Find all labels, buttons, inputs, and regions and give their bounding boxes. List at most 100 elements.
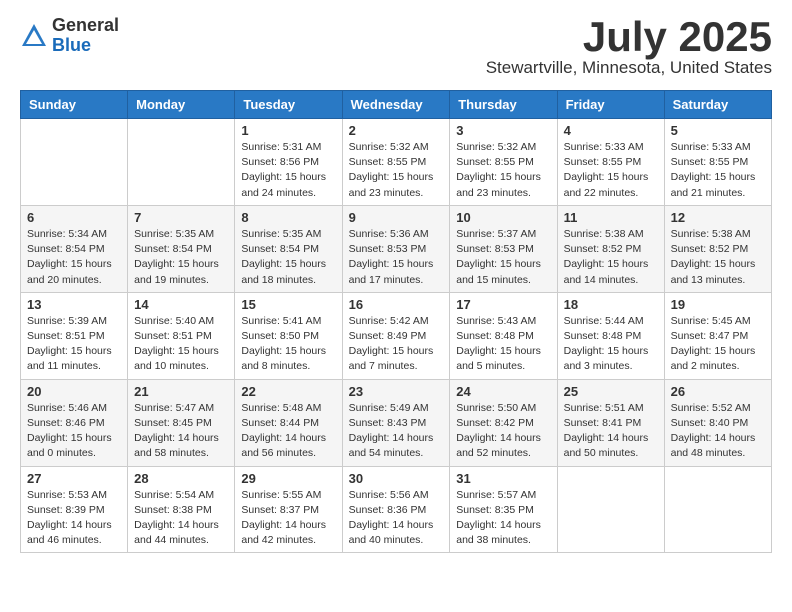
day-detail: Sunrise: 5:54 AMSunset: 8:38 PMDaylight:… bbox=[134, 488, 228, 549]
calendar-cell: 23 Sunrise: 5:49 AMSunset: 8:43 PMDayligh… bbox=[342, 379, 450, 466]
day-number: 21 bbox=[134, 384, 228, 399]
day-detail: Sunrise: 5:34 AMSunset: 8:54 PMDaylight:… bbox=[27, 227, 121, 288]
day-detail: Sunrise: 5:35 AMSunset: 8:54 PMDaylight:… bbox=[241, 227, 335, 288]
day-detail: Sunrise: 5:38 AMSunset: 8:52 PMDaylight:… bbox=[671, 227, 765, 288]
day-detail: Sunrise: 5:38 AMSunset: 8:52 PMDaylight:… bbox=[564, 227, 658, 288]
day-detail: Sunrise: 5:46 AMSunset: 8:46 PMDaylight:… bbox=[27, 401, 121, 462]
calendar-cell: 24Sunrise: 5:50 AMSunset: 8:42 PMDayligh… bbox=[450, 379, 557, 466]
day-detail: Sunrise: 5:51 AMSunset: 8:41 PMDaylight:… bbox=[564, 401, 658, 462]
calendar-table: SundayMondayTuesdayWednesdayThursdayFrid… bbox=[20, 90, 772, 553]
calendar-cell: 29 Sunrise: 5:55 AMSunset: 8:37 PMDayligh… bbox=[235, 466, 342, 553]
day-detail: Sunrise: 5:53 AMSunset: 8:39 PMDaylight:… bbox=[27, 488, 121, 549]
weekday-header-row: SundayMondayTuesdayWednesdayThursdayFrid… bbox=[21, 91, 772, 119]
logo-general-text: General bbox=[52, 16, 119, 36]
calendar-cell: 26 Sunrise: 5:52 AMSunset: 8:40 PMDayligh… bbox=[664, 379, 771, 466]
day-detail: Sunrise: 5:36 AMSunset: 8:53 PMDaylight:… bbox=[349, 227, 444, 288]
calendar-cell: 22 Sunrise: 5:48 AMSunset: 8:44 PMDayligh… bbox=[235, 379, 342, 466]
day-detail: Sunrise: 5:47 AMSunset: 8:45 PMDaylight:… bbox=[134, 401, 228, 462]
day-number: 17 bbox=[456, 297, 550, 312]
calendar-week-5: 27 Sunrise: 5:53 AMSunset: 8:39 PMDayligh… bbox=[21, 466, 772, 553]
day-number: 4 bbox=[564, 123, 658, 138]
calendar-cell: 30 Sunrise: 5:56 AMSunset: 8:36 PMDayligh… bbox=[342, 466, 450, 553]
day-detail: Sunrise: 5:49 AMSunset: 8:43 PMDaylight:… bbox=[349, 401, 444, 462]
day-number: 26 bbox=[671, 384, 765, 399]
day-number: 15 bbox=[241, 297, 335, 312]
day-detail: Sunrise: 5:48 AMSunset: 8:44 PMDaylight:… bbox=[241, 401, 335, 462]
day-number: 14 bbox=[134, 297, 228, 312]
day-number: 28 bbox=[134, 471, 228, 486]
day-number: 6 bbox=[27, 210, 121, 225]
day-detail: Sunrise: 5:57 AMSunset: 8:35 PMDaylight:… bbox=[456, 488, 550, 549]
calendar-cell: 27 Sunrise: 5:53 AMSunset: 8:39 PMDayligh… bbox=[21, 466, 128, 553]
calendar-cell: 12 Sunrise: 5:38 AMSunset: 8:52 PMDayligh… bbox=[664, 205, 771, 292]
day-number: 13 bbox=[27, 297, 121, 312]
calendar-cell: 21 Sunrise: 5:47 AMSunset: 8:45 PMDayligh… bbox=[128, 379, 235, 466]
day-number: 29 bbox=[241, 471, 335, 486]
day-detail: Sunrise: 5:44 AMSunset: 8:48 PMDaylight:… bbox=[564, 314, 658, 375]
calendar-cell: 16Sunrise: 5:42 AMSunset: 8:49 PMDayligh… bbox=[342, 292, 450, 379]
calendar-cell: 25Sunrise: 5:51 AMSunset: 8:41 PMDayligh… bbox=[557, 379, 664, 466]
day-detail: Sunrise: 5:33 AMSunset: 8:55 PMDaylight:… bbox=[564, 140, 658, 201]
calendar-cell: 3 Sunrise: 5:32 AMSunset: 8:55 PMDaylight… bbox=[450, 119, 557, 206]
calendar-cell bbox=[128, 119, 235, 206]
calendar-week-3: 13 Sunrise: 5:39 AMSunset: 8:51 PMDayligh… bbox=[21, 292, 772, 379]
weekday-header-sunday: Sunday bbox=[21, 91, 128, 119]
calendar-cell: 18 Sunrise: 5:44 AMSunset: 8:48 PMDayligh… bbox=[557, 292, 664, 379]
calendar-cell: 5Sunrise: 5:33 AMSunset: 8:55 PMDaylight… bbox=[664, 119, 771, 206]
day-number: 9 bbox=[349, 210, 444, 225]
calendar-cell: 7Sunrise: 5:35 AMSunset: 8:54 PMDaylight… bbox=[128, 205, 235, 292]
day-number: 18 bbox=[564, 297, 658, 312]
day-detail: Sunrise: 5:37 AMSunset: 8:53 PMDaylight:… bbox=[456, 227, 550, 288]
calendar-week-4: 20 Sunrise: 5:46 AMSunset: 8:46 PMDayligh… bbox=[21, 379, 772, 466]
logo-blue-text: Blue bbox=[52, 36, 119, 56]
calendar-cell bbox=[664, 466, 771, 553]
logo-icon bbox=[20, 22, 48, 50]
day-number: 30 bbox=[349, 471, 444, 486]
day-detail: Sunrise: 5:39 AMSunset: 8:51 PMDaylight:… bbox=[27, 314, 121, 375]
day-number: 27 bbox=[27, 471, 121, 486]
day-detail: Sunrise: 5:56 AMSunset: 8:36 PMDaylight:… bbox=[349, 488, 444, 549]
weekday-header-tuesday: Tuesday bbox=[235, 91, 342, 119]
calendar-cell: 6 Sunrise: 5:34 AMSunset: 8:54 PMDaylight… bbox=[21, 205, 128, 292]
calendar-week-1: 1 Sunrise: 5:31 AMSunset: 8:56 PMDaylight… bbox=[21, 119, 772, 206]
day-detail: Sunrise: 5:32 AMSunset: 8:55 PMDaylight:… bbox=[349, 140, 444, 201]
day-number: 11 bbox=[564, 210, 658, 225]
page-header: General Blue July 2025 Stewartville, Min… bbox=[20, 16, 772, 78]
logo-text: General Blue bbox=[52, 16, 119, 56]
weekday-header-wednesday: Wednesday bbox=[342, 91, 450, 119]
calendar-cell: 1 Sunrise: 5:31 AMSunset: 8:56 PMDaylight… bbox=[235, 119, 342, 206]
calendar-cell: 4 Sunrise: 5:33 AMSunset: 8:55 PMDaylight… bbox=[557, 119, 664, 206]
month-title: July 2025 bbox=[486, 16, 772, 58]
weekday-header-saturday: Saturday bbox=[664, 91, 771, 119]
day-detail: Sunrise: 5:45 AMSunset: 8:47 PMDaylight:… bbox=[671, 314, 765, 375]
day-number: 12 bbox=[671, 210, 765, 225]
calendar-cell: 28 Sunrise: 5:54 AMSunset: 8:38 PMDayligh… bbox=[128, 466, 235, 553]
calendar-cell: 10 Sunrise: 5:37 AMSunset: 8:53 PMDayligh… bbox=[450, 205, 557, 292]
calendar-cell: 8 Sunrise: 5:35 AMSunset: 8:54 PMDaylight… bbox=[235, 205, 342, 292]
day-number: 1 bbox=[241, 123, 335, 138]
calendar-cell bbox=[557, 466, 664, 553]
calendar-cell: 31Sunrise: 5:57 AMSunset: 8:35 PMDayligh… bbox=[450, 466, 557, 553]
day-detail: Sunrise: 5:42 AMSunset: 8:49 PMDaylight:… bbox=[349, 314, 444, 375]
day-detail: Sunrise: 5:35 AMSunset: 8:54 PMDaylight:… bbox=[134, 227, 228, 288]
calendar-cell: 11 Sunrise: 5:38 AMSunset: 8:52 PMDayligh… bbox=[557, 205, 664, 292]
day-number: 23 bbox=[349, 384, 444, 399]
day-number: 22 bbox=[241, 384, 335, 399]
day-detail: Sunrise: 5:33 AMSunset: 8:55 PMDaylight:… bbox=[671, 140, 765, 201]
calendar-cell: 17 Sunrise: 5:43 AMSunset: 8:48 PMDayligh… bbox=[450, 292, 557, 379]
day-number: 20 bbox=[27, 384, 121, 399]
day-detail: Sunrise: 5:52 AMSunset: 8:40 PMDaylight:… bbox=[671, 401, 765, 462]
day-detail: Sunrise: 5:31 AMSunset: 8:56 PMDaylight:… bbox=[241, 140, 335, 201]
weekday-header-monday: Monday bbox=[128, 91, 235, 119]
day-number: 3 bbox=[456, 123, 550, 138]
day-detail: Sunrise: 5:43 AMSunset: 8:48 PMDaylight:… bbox=[456, 314, 550, 375]
day-number: 10 bbox=[456, 210, 550, 225]
day-detail: Sunrise: 5:32 AMSunset: 8:55 PMDaylight:… bbox=[456, 140, 550, 201]
calendar-cell: 20 Sunrise: 5:46 AMSunset: 8:46 PMDayligh… bbox=[21, 379, 128, 466]
calendar-cell bbox=[21, 119, 128, 206]
location-title: Stewartville, Minnesota, United States bbox=[486, 58, 772, 78]
day-number: 8 bbox=[241, 210, 335, 225]
day-number: 19 bbox=[671, 297, 765, 312]
day-number: 24 bbox=[456, 384, 550, 399]
day-detail: Sunrise: 5:55 AMSunset: 8:37 PMDaylight:… bbox=[241, 488, 335, 549]
